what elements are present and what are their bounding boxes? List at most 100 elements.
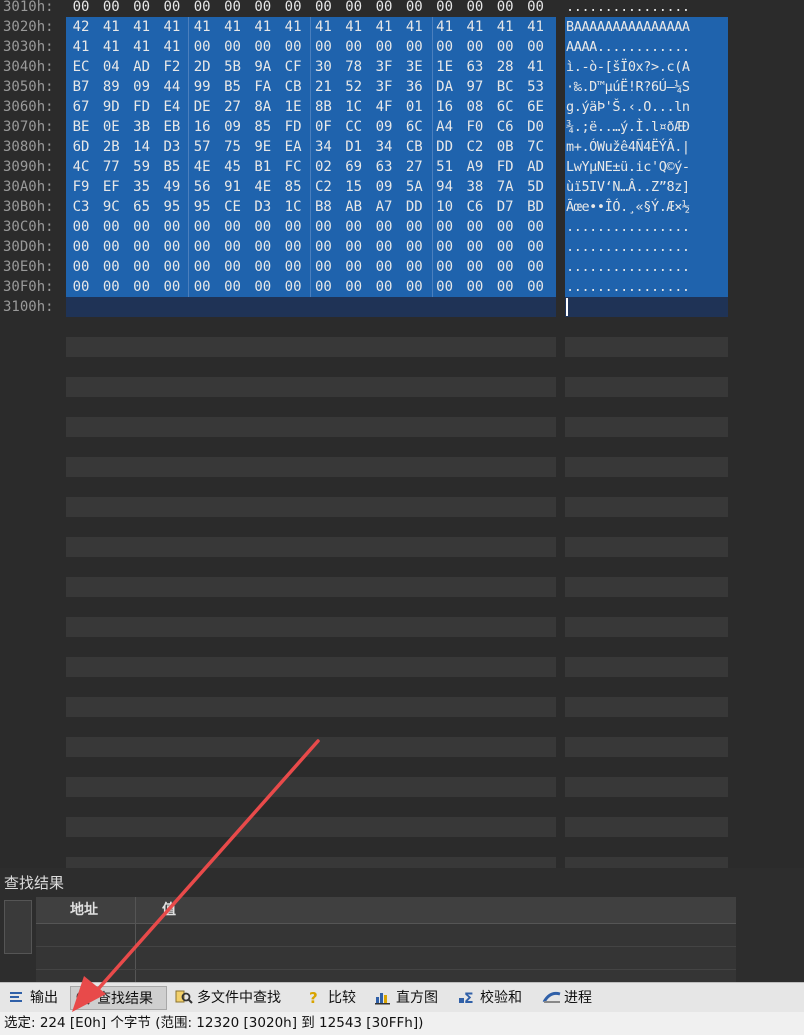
hex-byte[interactable]: 97 xyxy=(460,77,490,97)
ascii-text[interactable]: ·‰.D™µúË!R?6Ú—¼S xyxy=(566,77,728,97)
hex-byte[interactable]: 00 xyxy=(157,257,187,277)
hex-byte[interactable]: 00 xyxy=(490,237,520,257)
hex-byte[interactable]: 00 xyxy=(218,0,248,17)
ascii-text[interactable]: AAAA............ xyxy=(566,37,728,57)
hex-byte[interactable]: 00 xyxy=(490,0,520,17)
hex-byte[interactable]: 65 xyxy=(127,197,157,217)
hex-byte[interactable]: 00 xyxy=(521,237,551,257)
hex-byte[interactable]: 34 xyxy=(308,137,338,157)
hex-byte[interactable]: 00 xyxy=(521,217,551,237)
hex-byte[interactable]: 00 xyxy=(308,217,338,237)
hex-byte[interactable]: 27 xyxy=(218,97,248,117)
hex-byte[interactable]: EC xyxy=(66,57,96,77)
ascii-text[interactable]: BAAAAAAAAAAAAAAA xyxy=(566,17,728,37)
hex-byte[interactable]: 00 xyxy=(96,0,126,17)
hex-byte[interactable]: 00 xyxy=(369,37,399,57)
hex-byte[interactable]: 95 xyxy=(187,197,217,217)
hex-byte[interactable]: D0 xyxy=(521,117,551,137)
hex-byte[interactable]: AD xyxy=(127,57,157,77)
hex-byte[interactable]: 67 xyxy=(66,97,96,117)
hex-byte[interactable]: 89 xyxy=(96,77,126,97)
hex-byte[interactable]: 00 xyxy=(308,277,338,297)
hex-byte[interactable]: 2D xyxy=(187,57,217,77)
hex-byte[interactable]: 4F xyxy=(369,97,399,117)
hex-byte[interactable]: CC xyxy=(339,117,369,137)
hex-byte[interactable]: 16 xyxy=(187,117,217,137)
hex-byte[interactable]: AB xyxy=(339,197,369,217)
hex-byte[interactable]: 52 xyxy=(339,77,369,97)
tab-process[interactable]: 进程 xyxy=(538,986,604,1010)
ascii-text[interactable]: m+.ÓWužê4Ñ4ËÝÂ.| xyxy=(566,137,728,157)
hex-byte[interactable]: 00 xyxy=(339,217,369,237)
hex-byte[interactable]: F9 xyxy=(66,177,96,197)
hex-byte[interactable]: 38 xyxy=(460,177,490,197)
hex-byte[interactable]: 00 xyxy=(369,237,399,257)
table-row[interactable] xyxy=(36,947,736,970)
hex-byte[interactable]: 4C xyxy=(66,157,96,177)
hex-byte[interactable]: 8A xyxy=(248,97,278,117)
hex-byte[interactable]: 00 xyxy=(308,37,338,57)
column-header-address[interactable]: 地址 xyxy=(70,897,98,923)
hex-byte[interactable]: 00 xyxy=(218,257,248,277)
hex-byte[interactable]: B8 xyxy=(308,197,338,217)
hex-byte[interactable]: 00 xyxy=(460,277,490,297)
hex-byte[interactable]: B7 xyxy=(66,77,96,97)
hex-byte[interactable]: 95 xyxy=(157,197,187,217)
tab-histogram[interactable]: 直方图 xyxy=(370,986,448,1010)
hex-byte[interactable]: BE xyxy=(66,117,96,137)
hex-byte[interactable]: 1E xyxy=(430,57,460,77)
hex-byte[interactable]: 00 xyxy=(248,257,278,277)
find-results-table[interactable]: 地址 值 xyxy=(36,897,736,982)
hex-byte[interactable]: 41 xyxy=(127,17,157,37)
hex-byte[interactable]: 94 xyxy=(430,177,460,197)
hex-byte[interactable]: EA xyxy=(278,137,308,157)
hex-byte[interactable]: 00 xyxy=(399,217,429,237)
hex-byte[interactable]: 00 xyxy=(430,37,460,57)
hex-byte[interactable]: 00 xyxy=(278,217,308,237)
hex-byte[interactable]: 00 xyxy=(339,37,369,57)
hex-byte[interactable]: 00 xyxy=(278,37,308,57)
hex-byte[interactable]: 1C xyxy=(278,197,308,217)
hex-byte[interactable]: FA xyxy=(248,77,278,97)
hex-byte[interactable]: 41 xyxy=(248,17,278,37)
hex-byte[interactable]: 91 xyxy=(218,177,248,197)
hex-byte[interactable]: 36 xyxy=(399,77,429,97)
hex-byte[interactable]: 00 xyxy=(521,277,551,297)
hex-byte[interactable]: 41 xyxy=(96,37,126,57)
hex-byte[interactable]: FD xyxy=(490,157,520,177)
hex-byte[interactable]: 00 xyxy=(399,0,429,17)
hex-byte[interactable]: BC xyxy=(490,77,520,97)
hex-byte[interactable]: 00 xyxy=(66,217,96,237)
hex-byte[interactable]: 09 xyxy=(127,77,157,97)
hex-byte[interactable]: D1 xyxy=(339,137,369,157)
hex-byte[interactable]: 00 xyxy=(187,0,217,17)
hex-byte[interactable]: 00 xyxy=(460,37,490,57)
hex-byte[interactable]: DD xyxy=(399,197,429,217)
hex-byte[interactable]: 9C xyxy=(96,197,126,217)
hex-byte[interactable]: 34 xyxy=(369,137,399,157)
hex-byte[interactable]: 00 xyxy=(339,277,369,297)
hex-byte[interactable]: EF xyxy=(96,177,126,197)
hex-byte[interactable]: 00 xyxy=(96,237,126,257)
hex-byte[interactable]: 00 xyxy=(187,237,217,257)
hex-byte[interactable]: 00 xyxy=(278,237,308,257)
hex-byte[interactable]: 6E xyxy=(521,97,551,117)
hex-byte[interactable]: E4 xyxy=(157,97,187,117)
hex-byte[interactable]: 00 xyxy=(248,217,278,237)
hex-byte[interactable]: 00 xyxy=(218,217,248,237)
hex-byte[interactable]: 99 xyxy=(187,77,217,97)
ascii-text[interactable]: ................ xyxy=(566,237,728,257)
hex-byte[interactable]: C3 xyxy=(66,197,96,217)
hex-byte[interactable]: D3 xyxy=(248,197,278,217)
hex-byte[interactable]: 63 xyxy=(369,157,399,177)
hex-byte[interactable]: 09 xyxy=(218,117,248,137)
hex-byte[interactable]: 5A xyxy=(399,177,429,197)
ascii-text[interactable]: g.ýäÞ'Š.‹.O...ln xyxy=(566,97,728,117)
hex-byte[interactable]: 00 xyxy=(187,37,217,57)
hex-byte[interactable]: 75 xyxy=(218,137,248,157)
hex-byte[interactable]: F2 xyxy=(157,57,187,77)
hex-byte[interactable]: 51 xyxy=(430,157,460,177)
hex-byte[interactable]: CB xyxy=(278,77,308,97)
hex-byte[interactable]: 78 xyxy=(339,57,369,77)
hex-byte[interactable]: 9E xyxy=(248,137,278,157)
